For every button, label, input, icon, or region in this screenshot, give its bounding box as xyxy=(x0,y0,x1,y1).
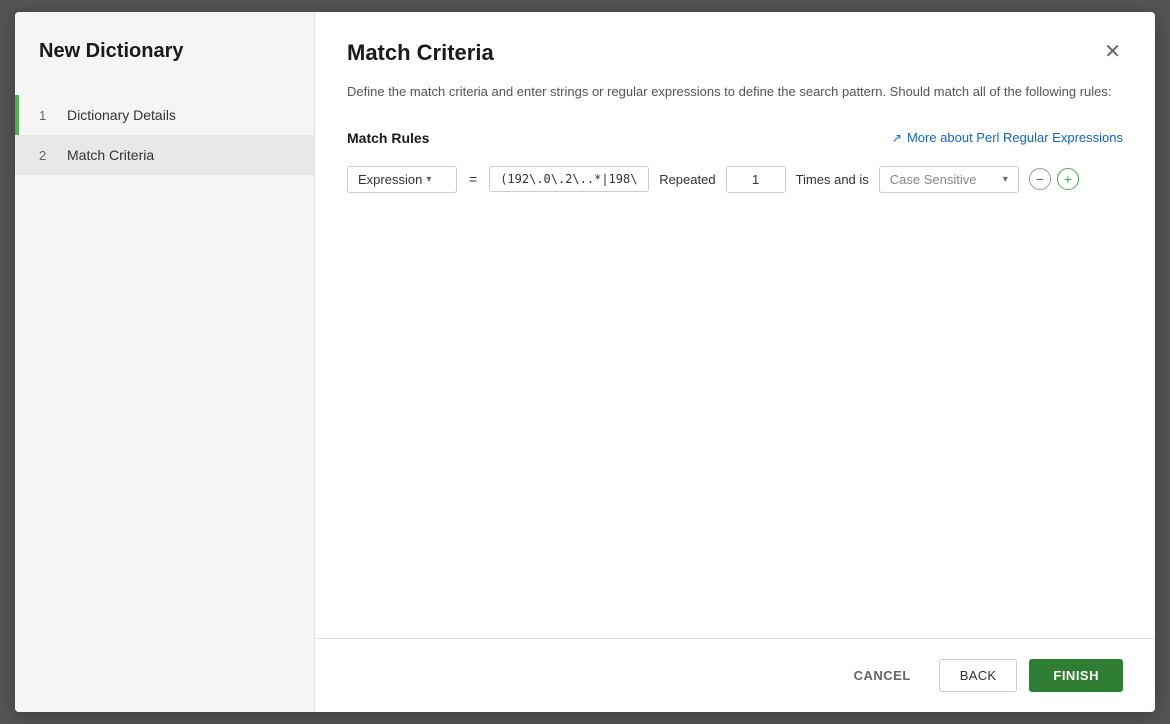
finish-button[interactable]: FINISH xyxy=(1029,659,1123,692)
back-button[interactable]: BACK xyxy=(939,659,1018,692)
row-actions: − + xyxy=(1029,168,1079,190)
expression-dropdown-chevron: ▾ xyxy=(426,174,431,185)
cancel-button[interactable]: CANCEL xyxy=(838,660,927,691)
sidebar-steps: 1 Dictionary Details 2 Match Criteria xyxy=(15,87,314,175)
sidebar-step-1[interactable]: 1 Dictionary Details xyxy=(15,95,314,135)
match-rules-header: Match Rules ↗ More about Perl Regular Ex… xyxy=(347,130,1123,146)
new-dictionary-dialog: New Dictionary 1 Dictionary Details 2 Ma… xyxy=(15,12,1155,712)
minus-icon: − xyxy=(1036,172,1044,186)
step-2-indicator xyxy=(15,135,19,175)
step-2-label: Match Criteria xyxy=(67,147,154,163)
step-2-number: 2 xyxy=(39,148,55,163)
footer: CANCEL BACK FINISH xyxy=(315,638,1155,712)
description-text: Define the match criteria and enter stri… xyxy=(315,66,1155,102)
case-sensitive-label: Case Sensitive xyxy=(890,172,977,187)
sidebar-title: New Dictionary xyxy=(15,12,314,87)
remove-rule-button[interactable]: − xyxy=(1029,168,1051,190)
repeated-label: Repeated xyxy=(659,172,715,187)
close-button[interactable]: ✕ xyxy=(1102,40,1123,64)
add-rule-button[interactable]: + xyxy=(1057,168,1079,190)
times-input[interactable] xyxy=(726,166,786,193)
sidebar-step-2[interactable]: 2 Match Criteria xyxy=(15,135,314,175)
case-sensitive-dropdown[interactable]: Case Sensitive ▾ xyxy=(879,166,1019,193)
perl-expressions-link[interactable]: ↗ More about Perl Regular Expressions xyxy=(892,130,1123,145)
rule-row: Expression ▾ = Repeated Times and is Cas… xyxy=(347,166,1123,193)
times-and-is-label: Times and is xyxy=(796,172,869,187)
case-dropdown-chevron: ▾ xyxy=(1003,174,1008,185)
main-header: Match Criteria ✕ xyxy=(315,12,1155,66)
main-body: Match Rules ↗ More about Perl Regular Ex… xyxy=(315,102,1155,639)
page-title: Match Criteria xyxy=(347,40,494,66)
expression-input[interactable] xyxy=(489,166,649,192)
external-link-icon: ↗ xyxy=(892,131,902,145)
step-1-indicator xyxy=(15,95,19,135)
match-rules-title: Match Rules xyxy=(347,130,429,146)
perl-link-label: More about Perl Regular Expressions xyxy=(907,130,1123,145)
plus-icon: + xyxy=(1064,172,1072,186)
equals-sign: = xyxy=(467,171,479,187)
main-content: Match Criteria ✕ Define the match criter… xyxy=(315,12,1155,712)
expression-type-dropdown[interactable]: Expression ▾ xyxy=(347,166,457,193)
sidebar: New Dictionary 1 Dictionary Details 2 Ma… xyxy=(15,12,315,712)
step-1-label: Dictionary Details xyxy=(67,107,176,123)
expression-type-label: Expression xyxy=(358,172,422,187)
step-1-number: 1 xyxy=(39,108,55,123)
